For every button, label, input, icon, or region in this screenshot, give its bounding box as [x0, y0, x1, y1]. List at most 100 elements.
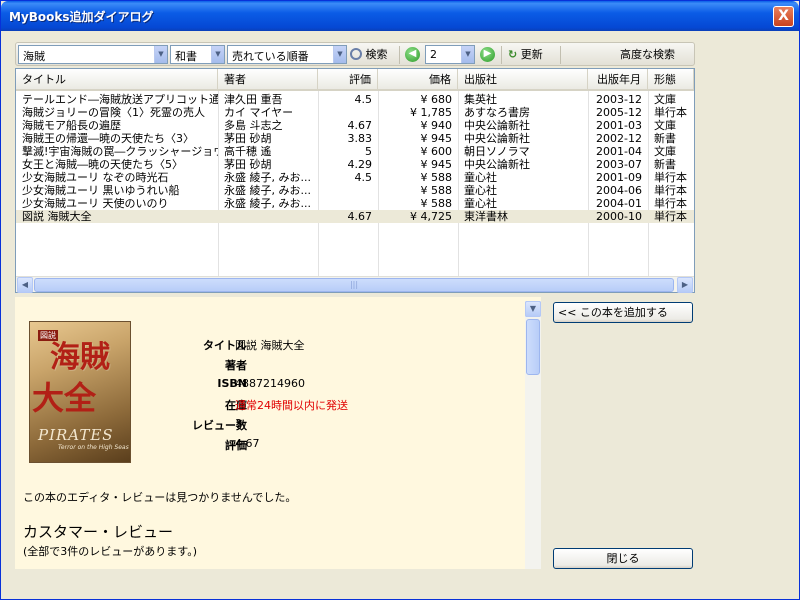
cell-publisher: 中央公論新社	[464, 158, 530, 171]
table-row[interactable]: テールエンド―海賊放送アプリコット通信 津久田 重吾 4.5 ¥ 680 集英社 2003…	[16, 93, 694, 106]
cell-author: カイ マイヤー	[224, 106, 294, 119]
cover-english-subtitle: Terror on the High Seas	[58, 444, 129, 451]
header-title[interactable]: タイトル	[16, 69, 218, 91]
refresh-button-label: 更新	[520, 48, 543, 61]
info-value: 3	[235, 417, 242, 430]
title-bar[interactable]: MyBooks追加ダイアログ X	[1, 1, 799, 31]
cell-title: 少女海賊ユーリ 黒いゆうれい船	[22, 184, 180, 197]
info-label: タイトル	[203, 339, 247, 352]
cell-title: 図説 海賊大全	[22, 210, 92, 223]
advanced-search-button[interactable]: 高度な検索	[620, 46, 675, 64]
table-row[interactable]: 少女海賊ユーリ 天使のいのり 永盛 綾子, みお... ¥ 588 童心社 2004-0…	[16, 197, 694, 210]
keyword-combo[interactable]: 海賊 ▼	[18, 45, 168, 64]
cell-author: 永盛 綾子, みお...	[224, 197, 311, 210]
add-book-button[interactable]: << この本を追加する	[553, 302, 693, 323]
category-combo[interactable]: 和書 ▼	[170, 45, 225, 64]
next-page-icon[interactable]: ▶	[480, 47, 495, 62]
detail-vertical-scrollbar[interactable]: ▲ ▼	[525, 301, 541, 569]
toolbar-separator	[501, 46, 502, 64]
table-row[interactable]: 図説 海賊大全 4.67 ¥ 4,725 東洋書林 2000-10 単行本	[16, 210, 694, 223]
chevron-down-icon[interactable]: ▼	[461, 46, 474, 63]
info-label: 評価	[225, 439, 247, 452]
cell-price: ¥ 945	[420, 132, 453, 145]
table-row[interactable]: 海賊ジョリーの冒険〈1〉死霊の売人 カイ マイヤー ¥ 1,785 あすなろ書房 200…	[16, 106, 694, 119]
editorial-note: この本のエディタ・レビューは見つかりませんでした。	[23, 491, 297, 504]
info-label: 著者	[225, 359, 247, 372]
cell-format: 新書	[654, 132, 676, 145]
cell-pubdate: 2001-04	[596, 145, 642, 158]
table-row[interactable]: 少女海賊ユーリ 黒いゆうれい船 永盛 綾子, みお... ¥ 588 童心社 2004-…	[16, 184, 694, 197]
window-title: MyBooks追加ダイアログ	[9, 10, 154, 24]
cell-pubdate: 2001-09	[596, 171, 642, 184]
cell-publisher: 中央公論新社	[464, 132, 530, 145]
horizontal-scrollbar[interactable]: ◀ ||| ▶	[16, 276, 694, 293]
close-button[interactable]: 閉じる	[553, 548, 693, 569]
cell-price: ¥ 1,785	[410, 106, 452, 119]
toolbar-separator	[560, 46, 561, 64]
cell-publisher: 中央公論新社	[464, 119, 530, 132]
cell-format: 文庫	[654, 119, 676, 132]
cell-title: 少女海賊ユーリ 天使のいのり	[22, 197, 169, 210]
cell-author: 茅田 砂胡	[224, 132, 272, 145]
cell-rating: 4.5	[354, 93, 373, 106]
sort-combo[interactable]: 売れている順番 ▼	[227, 45, 347, 64]
page-combo[interactable]: 2 ▼	[425, 45, 475, 64]
scroll-down-icon[interactable]: ▼	[525, 301, 541, 317]
cell-price: ¥ 588	[420, 184, 453, 197]
cell-pubdate: 2000-10	[596, 210, 642, 223]
close-window-button[interactable]: X	[773, 6, 794, 27]
cell-pubdate: 2001-03	[596, 119, 642, 132]
cell-format: 単行本	[654, 184, 687, 197]
table-row[interactable]: 海賊王の帰還―暁の天使たち〈3〉 茅田 砂胡 3.83 ¥ 945 中央公論新社 2002…	[16, 132, 694, 145]
table-body: テールエンド―海賊放送アプリコット通信 津久田 重吾 4.5 ¥ 680 集英社 2003…	[16, 93, 694, 223]
cell-author: 茅田 砂胡	[224, 158, 272, 171]
detail-scroll-thumb[interactable]	[526, 319, 540, 375]
cell-format: 文庫	[654, 93, 676, 106]
info-value: 4887214960	[235, 377, 305, 390]
info-label: 在庫	[225, 399, 247, 412]
cell-publisher: 朝日ソノラマ	[464, 145, 530, 158]
refresh-button[interactable]: ↻ 更新	[508, 46, 543, 64]
cell-title: 少女海賊ユーリ なぞの時光石	[22, 171, 169, 184]
info-value: 図説 海賊大全	[235, 339, 305, 352]
scroll-thumb[interactable]: |||	[34, 278, 674, 292]
table-row[interactable]: 海賊モア船長の遍歴 多島 斗志之 4.67 ¥ 940 中央公論新社 2001-03 文庫	[16, 119, 694, 132]
header-price[interactable]: 価格	[378, 69, 458, 91]
chevron-down-icon[interactable]: ▼	[154, 46, 167, 63]
cell-format: 単行本	[654, 171, 687, 184]
header-format[interactable]: 形態	[648, 69, 694, 91]
header-publisher[interactable]: 出版社	[458, 69, 588, 91]
cell-publisher: 童心社	[464, 184, 497, 197]
header-pubdate[interactable]: 出版年月	[588, 69, 648, 91]
table-row[interactable]: 撃滅!宇宙海賊の罠―クラッシャージョウ... 高千穂 遙 5 ¥ 600 朝日ソノラマ 2…	[16, 145, 694, 158]
prev-page-icon[interactable]: ◀	[405, 47, 420, 62]
cell-pubdate: 2003-12	[596, 93, 642, 106]
cell-price: ¥ 945	[420, 158, 453, 171]
cell-title: テールエンド―海賊放送アプリコット通信	[22, 93, 218, 106]
table-row[interactable]: 少女海賊ユーリ なぞの時光石 永盛 綾子, みお... 4.5 ¥ 588 童心社 200…	[16, 171, 694, 184]
category-value: 和書	[175, 50, 197, 63]
customer-review-heading: カスタマー・レビュー	[23, 523, 174, 541]
header-rating[interactable]: 評価	[318, 69, 378, 91]
info-value: 通常24時間以内に発送	[235, 399, 348, 412]
cell-format: 文庫	[654, 145, 676, 158]
scroll-left-icon[interactable]: ◀	[17, 277, 33, 293]
table-row[interactable]: 女王と海賊―暁の天使たち〈5〉 茅田 砂胡 4.29 ¥ 945 中央公論新社 2003-…	[16, 158, 694, 171]
chevron-down-icon[interactable]: ▼	[211, 46, 224, 63]
cell-publisher: 童心社	[464, 171, 497, 184]
search-button[interactable]: 検索	[350, 46, 388, 64]
cell-publisher: 東洋書林	[464, 210, 508, 223]
scroll-right-icon[interactable]: ▶	[677, 277, 693, 293]
header-author[interactable]: 著者	[218, 69, 318, 91]
cell-title: 撃滅!宇宙海賊の罠―クラッシャージョウ...	[22, 145, 218, 158]
cell-title: 海賊モア船長の遍歴	[22, 119, 121, 132]
cell-pubdate: 2002-12	[596, 132, 642, 145]
sort-value: 売れている順番	[232, 50, 309, 63]
refresh-icon: ↻	[508, 48, 518, 61]
chevron-down-icon[interactable]: ▼	[333, 46, 346, 63]
cover-english-title: PIRATES	[38, 426, 114, 444]
cover-kanji-bottom: 大全	[32, 379, 97, 417]
cell-title: 海賊王の帰還―暁の天使たち〈3〉	[22, 132, 194, 145]
cell-rating	[318, 197, 378, 210]
cell-format: 単行本	[654, 210, 687, 223]
